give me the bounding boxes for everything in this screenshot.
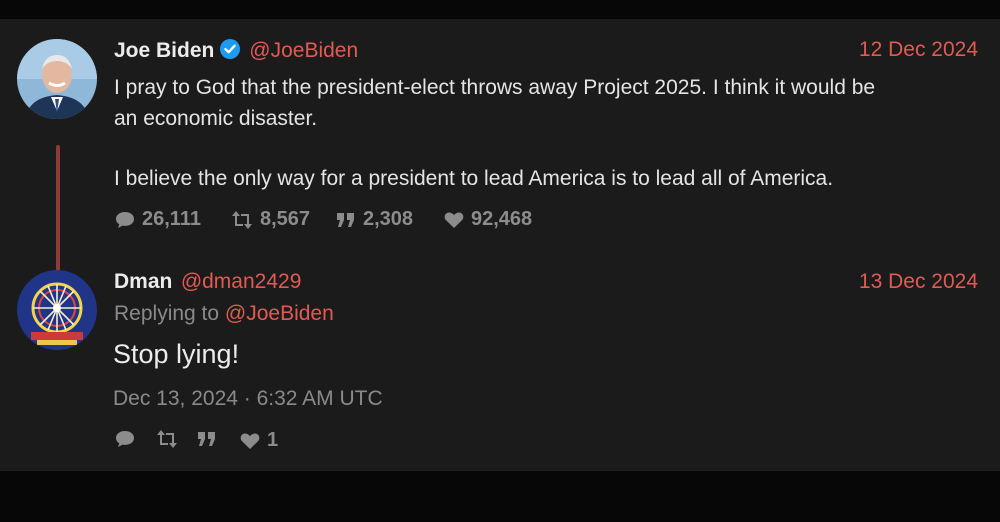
reply-count-button[interactable]: 26,111 <box>114 208 201 231</box>
heart-icon <box>240 432 260 449</box>
retweet-count-button[interactable]: 8,567 <box>230 208 310 231</box>
retweet-count: 8,567 <box>260 208 311 230</box>
dman-avatar[interactable] <box>17 270 97 350</box>
replying-to-handle[interactable]: @JoeBiden <box>225 302 334 325</box>
comment-icon <box>116 431 134 447</box>
reply-author-handle[interactable]: @dman2429 <box>181 270 302 293</box>
quote-count: 2,308 <box>363 208 414 230</box>
tweet-text-line-2: an economic disaster. <box>114 107 318 130</box>
verified-badge-icon <box>219 38 241 60</box>
thread-panel: Joe Biden @JoeBiden 12 Dec 2024 I pray t… <box>0 19 1000 471</box>
reply-date[interactable]: 13 Dec 2024 <box>859 270 978 294</box>
retweet-icon <box>232 210 252 229</box>
reply-like-count: 1 <box>267 429 279 451</box>
reply-text: Stop lying! <box>113 339 240 369</box>
author-handle[interactable]: @JoeBiden <box>249 39 358 62</box>
tweet-text-line-1: I pray to God that the president-elect t… <box>114 76 876 99</box>
replying-to-label: Replying to <box>114 302 220 325</box>
reply-reply-button[interactable] <box>114 429 136 449</box>
like-count-button[interactable]: 92,468 <box>443 208 532 231</box>
author-name[interactable]: Joe Biden <box>114 39 214 62</box>
tweet-header: Joe Biden @JoeBiden <box>114 38 358 63</box>
joe-biden-avatar[interactable] <box>17 39 97 119</box>
reply-quote-button[interactable] <box>196 429 218 449</box>
reply-author-name[interactable]: Dman <box>114 270 172 293</box>
thread-connector-line <box>56 145 60 283</box>
reply-count: 26,111 <box>142 208 201 230</box>
quote-icon <box>198 432 215 446</box>
heart-icon <box>444 211 464 228</box>
reply-timestamp[interactable]: Dec 13, 2024 · 6:32 AM UTC <box>113 387 383 411</box>
replying-to-line: Replying to @JoeBiden <box>114 302 334 326</box>
tweet-date[interactable]: 12 Dec 2024 <box>859 38 978 62</box>
retweet-icon <box>157 430 177 448</box>
like-count: 92,468 <box>471 208 533 230</box>
reply-retweet-button[interactable] <box>155 429 179 449</box>
comment-icon <box>116 211 134 228</box>
tweet-text-line-3: I believe the only way for a president t… <box>114 167 834 190</box>
quote-icon <box>337 212 354 227</box>
reply-header: Dman @dman2429 <box>114 270 301 294</box>
reply-like-button[interactable]: 1 <box>239 429 278 452</box>
quote-count-button[interactable]: 2,308 <box>335 208 413 231</box>
